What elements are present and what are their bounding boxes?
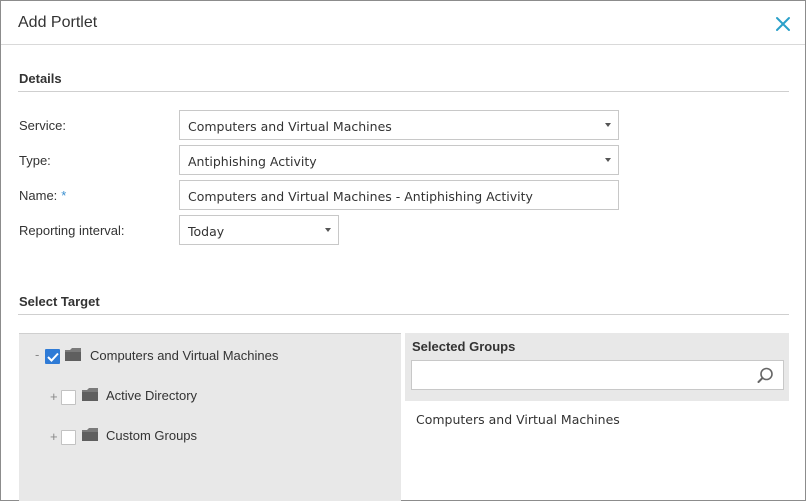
details-divider <box>18 91 789 92</box>
dialog-title: Add Portlet <box>18 14 98 31</box>
tree-node-computers[interactable]: - Computers and Virtual Machines <box>19 346 399 364</box>
target-tree: - Computers and Virtual Machines + Activ… <box>19 333 401 501</box>
selected-group-item[interactable]: Computers and Virtual Machines <box>416 412 620 427</box>
service-select[interactable]: Computers and Virtual Machines <box>179 110 619 140</box>
chevron-down-icon <box>605 158 611 162</box>
selected-groups-panel: Selected Groups <box>405 333 789 401</box>
details-heading: Details <box>19 71 62 86</box>
service-select-value: Computers and Virtual Machines <box>188 119 392 134</box>
add-portlet-dialog: Add Portlet Details Service: Computers a… <box>0 0 806 501</box>
type-select[interactable]: Antiphishing Activity <box>179 145 619 175</box>
folder-icon <box>82 388 98 406</box>
tree-checkbox-active-directory[interactable] <box>61 390 76 405</box>
required-marker: * <box>61 188 67 203</box>
chevron-down-icon <box>605 123 611 127</box>
selected-groups-heading: Selected Groups <box>412 339 516 354</box>
tree-checkbox-custom-groups[interactable] <box>61 430 76 445</box>
service-label: Service: <box>19 118 66 133</box>
name-label: Name: * <box>19 188 66 203</box>
search-icon[interactable] <box>757 367 774 389</box>
tree-node-label: Computers and Virtual Machines <box>90 348 279 363</box>
tree-node-custom-groups[interactable]: + Custom Groups <box>19 426 399 446</box>
reporting-interval-label: Reporting interval: <box>19 223 125 238</box>
selected-groups-search-input[interactable] <box>411 360 784 390</box>
select-target-divider <box>18 314 789 315</box>
type-select-value: Antiphishing Activity <box>188 154 317 169</box>
reporting-interval-value: Today <box>188 224 225 239</box>
select-target-heading: Select Target <box>19 294 100 309</box>
chevron-down-icon <box>325 228 331 232</box>
name-input[interactable]: Computers and Virtual Machines - Antiphi… <box>179 180 619 210</box>
folder-icon <box>82 428 98 446</box>
expand-toggle[interactable]: + <box>50 429 58 444</box>
dialog-header: Add Portlet <box>1 1 805 45</box>
expand-toggle[interactable]: + <box>50 389 58 404</box>
type-label: Type: <box>19 153 51 168</box>
name-label-text: Name: <box>19 188 58 203</box>
tree-checkbox-computers[interactable] <box>45 349 60 364</box>
tree-node-label: Custom Groups <box>106 428 198 443</box>
tree-node-label: Active Directory <box>106 388 198 403</box>
folder-icon <box>65 348 81 366</box>
close-icon[interactable] <box>775 16 791 32</box>
reporting-interval-select[interactable]: Today <box>179 215 339 245</box>
tree-node-active-directory[interactable]: + Active Directory <box>19 386 399 406</box>
name-input-value: Computers and Virtual Machines - Antiphi… <box>188 189 533 204</box>
collapse-toggle[interactable]: - <box>35 347 39 362</box>
